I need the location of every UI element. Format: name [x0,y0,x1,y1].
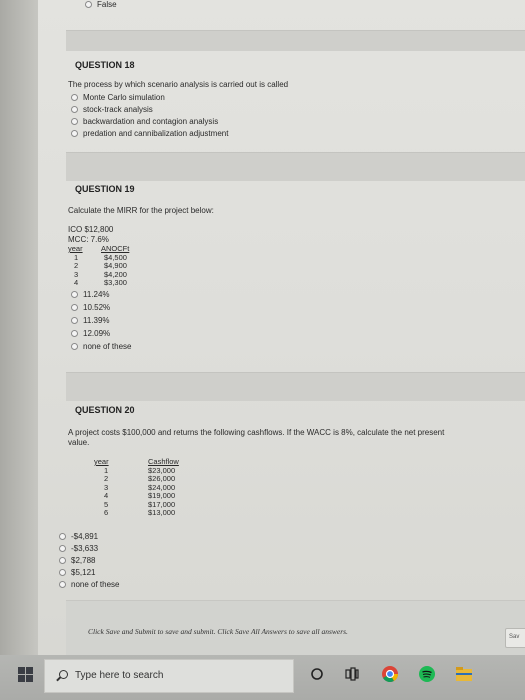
q20-option-1[interactable]: -$4,891 [59,532,98,541]
q19-option-2[interactable]: 10.52% [71,303,110,312]
radio-icon[interactable] [59,545,66,553]
radio-icon[interactable] [71,291,78,299]
task-view-icon[interactable] [345,667,359,681]
question-19-title: QUESTION 19 [75,184,135,194]
q19-option-3[interactable]: 11.39% [71,316,110,325]
cortana-circle-icon[interactable] [310,667,324,681]
question-18-title: QUESTION 18 [75,60,135,70]
radio-icon[interactable] [71,330,78,338]
q19-option-5[interactable]: none of these [71,342,131,351]
windows-taskbar: Type here to search [0,655,525,700]
ico-value: ICO $12,800 [68,225,114,234]
radio-icon[interactable] [71,317,78,325]
radio-icon[interactable] [59,581,66,589]
question-separator [66,30,525,51]
radio-icon[interactable] [71,118,78,126]
radio-icon[interactable] [71,304,78,312]
q19-option-1[interactable]: 11.24% [71,290,110,299]
table-row: 6 $13,000 [104,508,176,517]
windows-start-icon[interactable] [18,667,34,683]
chrome-icon[interactable] [381,665,399,683]
question-20-prompt-line1: A project costs $100,000 and returns the… [68,428,445,437]
question-separator [66,372,525,401]
question-19-prompt: Calculate the MIRR for the project below… [68,206,214,215]
q19-option-4[interactable]: 12.09% [71,329,110,338]
q20-option-3[interactable]: $2,788 [59,556,95,565]
submit-instructions: Click Save and Submit to save and submit… [88,627,348,636]
question-separator [66,152,525,181]
radio-icon[interactable] [71,343,78,351]
question-18-prompt: The process by which scenario analysis i… [68,80,289,89]
submit-footer: Click Save and Submit to save and submit… [66,600,525,655]
radio-icon[interactable] [59,569,66,577]
taskbar-search-input[interactable]: Type here to search [44,659,294,693]
left-margin [0,0,40,655]
file-explorer-icon[interactable] [455,666,473,682]
radio-icon[interactable] [85,1,92,9]
radio-icon[interactable] [71,130,78,138]
option-false[interactable]: False [85,0,117,9]
search-icon [59,670,68,679]
cashflow-table: year Cashflow 1 $23,000 2 $26,000 3 $24,000… [94,457,179,518]
radio-icon[interactable] [71,94,78,102]
q18-option-4[interactable]: predation and cannibalization adjustment [71,129,228,138]
browser-viewport: False QUESTION 18 The process by which s… [0,0,525,655]
year-header: year [68,244,83,253]
question-20-title: QUESTION 20 [75,405,135,415]
anocf-table: year ANOCFt 1 $4,500 2 $4,900 3 $4,200 4 $3,… [68,244,129,288]
radio-icon[interactable] [71,106,78,114]
radio-icon[interactable] [59,557,66,565]
q18-option-1[interactable]: Monte Carlo simulation [71,93,165,102]
q20-option-2[interactable]: -$3,633 [59,544,98,553]
table-row: 4 $3,300 [74,278,127,287]
year-header: year [94,457,109,466]
q18-option-3[interactable]: backwardation and contagion analysis [71,117,218,126]
question-20-prompt-line2: value. [68,438,90,447]
q18-option-2[interactable]: stock-track analysis [71,105,153,114]
q20-option-5[interactable]: none of these [59,580,119,589]
radio-icon[interactable] [59,533,66,541]
mcc-value: MCC: 7.6% [68,235,109,244]
save-all-answers-button[interactable]: Sav [505,628,525,648]
q20-option-4[interactable]: $5,121 [59,568,95,577]
quiz-page: False QUESTION 18 The process by which s… [38,0,525,655]
spotify-icon[interactable] [418,665,436,683]
